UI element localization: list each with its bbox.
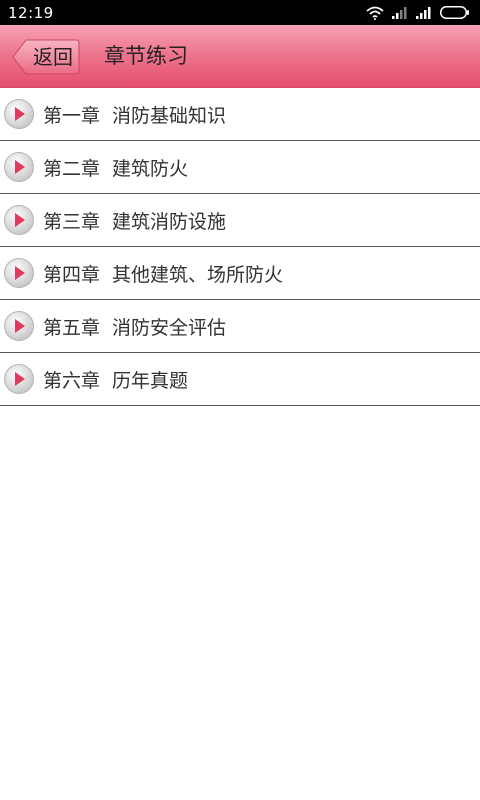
play-icon: [4, 99, 34, 129]
list-item-chapter-6[interactable]: 第六章 历年真题: [0, 353, 480, 406]
play-icon: [4, 258, 34, 288]
chapter-title: 其他建筑、场所防火: [112, 263, 284, 286]
chapter-label: 第二章 建筑防火: [43, 154, 188, 181]
chapter-label: 第三章 建筑消防设施: [43, 207, 226, 234]
list-item-chapter-5[interactable]: 第五章 消防安全评估: [0, 300, 480, 353]
chapter-title: 历年真题: [112, 369, 189, 392]
back-label: 返回: [33, 45, 73, 69]
chapter-title: 消防基础知识: [112, 104, 227, 127]
chapter-number: 第一章: [43, 104, 101, 127]
chapter-number: 第三章: [43, 210, 101, 233]
play-icon: [4, 311, 34, 341]
chapter-title: 建筑消防设施: [112, 210, 227, 233]
chapter-number: 第四章: [43, 263, 101, 286]
chapter-number: 第五章: [43, 316, 101, 339]
status-time: 12:19: [8, 3, 54, 22]
chapter-label: 第六章 历年真题: [43, 366, 188, 393]
list-item-chapter-3[interactable]: 第三章 建筑消防设施: [0, 194, 480, 247]
play-icon: [4, 364, 34, 394]
back-button[interactable]: 返回: [12, 39, 80, 75]
signal-icon: [392, 6, 407, 19]
chapter-title: 消防安全评估: [112, 316, 227, 339]
signal-icon: [416, 6, 431, 19]
status-icons: [358, 6, 470, 20]
wifi-icon: [366, 6, 384, 20]
app-bar: 返回 章节练习: [0, 25, 480, 88]
chapter-number: 第六章: [43, 369, 101, 392]
page-title: 章节练习: [104, 44, 188, 68]
play-icon: [4, 152, 34, 182]
chapter-number: 第二章: [43, 157, 101, 180]
chapter-list: 第一章 消防基础知识 第二章 建筑防火 第三章 建筑消防设施 第四章 其他建筑、场所防火…: [0, 88, 480, 406]
status-bar: 12:19: [0, 0, 480, 25]
chapter-label: 第四章 其他建筑、场所防火: [43, 260, 283, 287]
chapter-title: 建筑防火: [112, 157, 189, 180]
list-item-chapter-4[interactable]: 第四章 其他建筑、场所防火: [0, 247, 480, 300]
list-item-chapter-2[interactable]: 第二章 建筑防火: [0, 141, 480, 194]
chapter-label: 第一章 消防基础知识: [43, 101, 226, 128]
list-item-chapter-1[interactable]: 第一章 消防基础知识: [0, 88, 480, 141]
play-icon: [4, 205, 34, 235]
chapter-label: 第五章 消防安全评估: [43, 313, 226, 340]
battery-icon: [440, 6, 469, 19]
